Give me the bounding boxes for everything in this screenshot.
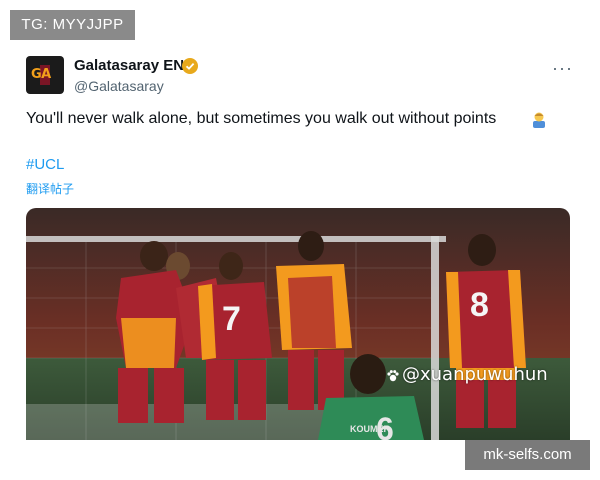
author-watermark: @xuanpuwuhun: [402, 364, 548, 385]
tweet-text: You'll never walk alone, but sometimes y…: [26, 110, 497, 127]
jersey-number-8: 8: [470, 286, 489, 324]
translate-post-link[interactable]: 翻译帖子: [26, 180, 74, 197]
avatar-logo-text: GA: [31, 67, 51, 82]
paw-icon: [387, 370, 399, 382]
more-options-icon[interactable]: ···: [552, 58, 573, 79]
avatar[interactable]: GA: [26, 56, 64, 94]
verified-badge-icon: [182, 58, 198, 74]
match-photo[interactable]: 7 8 KOUMER 6: [26, 208, 570, 440]
hashtag-link[interactable]: #UCL: [26, 156, 64, 173]
person-shrugging-emoji-icon: [533, 112, 545, 128]
handle[interactable]: @Galatasaray: [74, 78, 164, 94]
site-watermark-tag: mk-selfs.com: [465, 440, 590, 470]
tg-watermark-tag: TG: MYYJJPP: [10, 10, 135, 40]
jersey-number-6: 6: [376, 411, 394, 440]
jersey-number-7: 7: [222, 300, 241, 338]
display-name[interactable]: Galatasaray EN: [74, 57, 184, 74]
match-photo-image: 7 8 KOUMER 6: [26, 208, 570, 440]
